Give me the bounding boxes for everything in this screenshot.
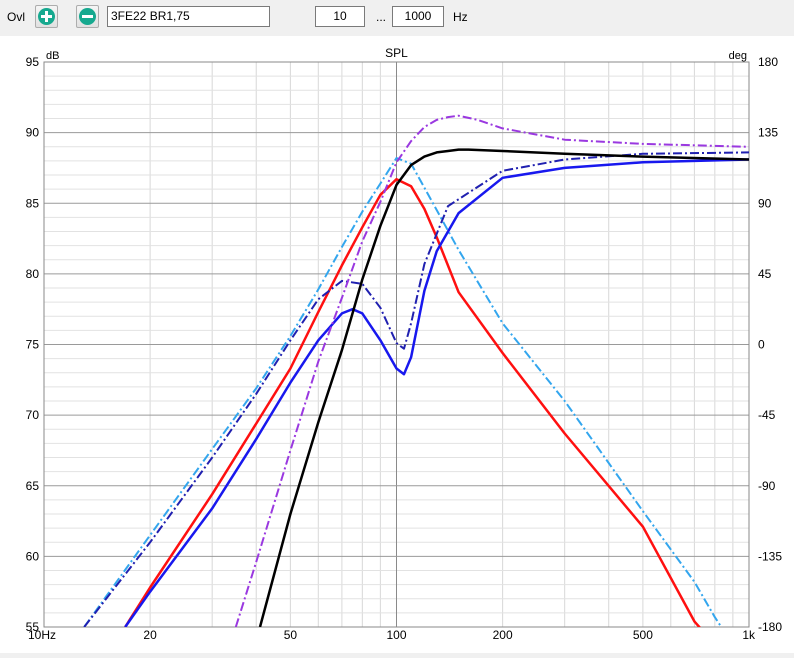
freq-min-input[interactable]: 10	[315, 6, 365, 27]
y2-tick-label: 90	[758, 196, 772, 210]
toolbar: Ovl 3FE22 BR1,75 10 ... 1000 Hz	[0, 0, 794, 36]
x-tick-label: 20	[143, 628, 157, 642]
freq-unit-label: Hz	[453, 10, 468, 24]
y2-tick-label: -180	[758, 620, 782, 634]
y-tick-label: 65	[26, 479, 40, 493]
y2-tick-label: 45	[758, 267, 772, 281]
y2-tick-label: 180	[758, 55, 778, 69]
y2-tick-label: -45	[758, 408, 776, 422]
ovl-label: Ovl	[7, 10, 25, 24]
y-tick-label: 70	[26, 408, 40, 422]
y-tick-label: 60	[26, 549, 40, 563]
y-tick-label: 95	[26, 55, 40, 69]
y-tick-label: 80	[26, 267, 40, 281]
chart-title: SPL	[385, 46, 408, 60]
y-tick-label: 85	[26, 196, 40, 210]
series-line-1	[83, 157, 723, 627]
x-tick-label: 500	[633, 628, 653, 642]
preset-name-input[interactable]: 3FE22 BR1,75	[107, 6, 270, 27]
y-axis-label: dB	[46, 50, 59, 62]
series-line-5	[234, 114, 749, 627]
x-tick-label: 100	[386, 628, 406, 642]
x-tick-label: 10Hz	[28, 628, 56, 642]
range-ellipsis: ...	[376, 10, 387, 24]
y-tick-label: 90	[26, 126, 40, 140]
y2-axis-label: deg	[729, 50, 747, 62]
y2-tick-label: 135	[758, 126, 778, 140]
spl-chart: 556065707580859095-180-135-90-4504590135…	[26, 46, 783, 642]
series-line-4	[83, 151, 749, 627]
remove-curve-button[interactable]	[76, 5, 99, 28]
add-curve-button[interactable]	[35, 5, 58, 28]
plus-circle-icon	[38, 8, 55, 25]
minus-circle-icon	[79, 8, 96, 25]
y2-tick-label: -90	[758, 479, 776, 493]
y2-tick-label: 0	[758, 338, 765, 352]
x-tick-label: 1k	[742, 628, 756, 642]
series-line-6	[258, 148, 749, 627]
y-tick-label: 75	[26, 338, 40, 352]
y2-tick-label: -135	[758, 549, 782, 563]
x-tick-label: 50	[284, 628, 298, 642]
freq-max-input[interactable]: 1000	[392, 6, 444, 27]
x-tick-label: 200	[493, 628, 513, 642]
chart-area: 55 60 65 70 75 80 85 90 95 -180 -135 -90 -45 0 45 90 135…	[0, 36, 794, 653]
